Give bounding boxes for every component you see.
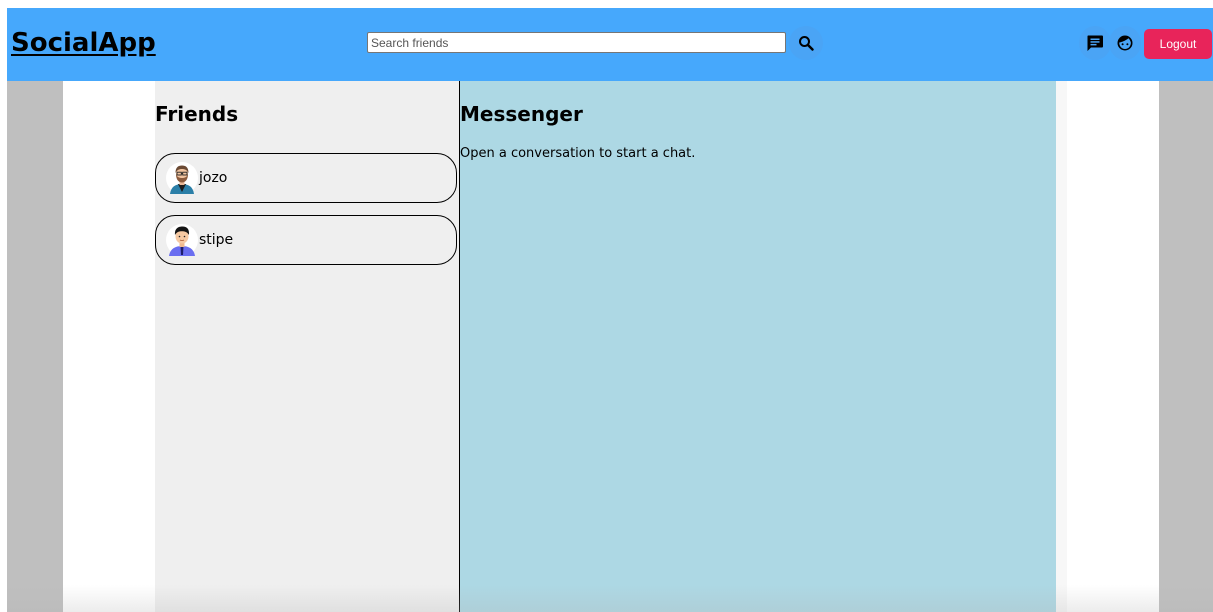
friend-name: stipe: [199, 232, 234, 248]
content-edge: [1055, 81, 1067, 612]
messenger-button[interactable]: [1079, 26, 1111, 60]
bearded-man-avatar: [166, 162, 198, 194]
search-button[interactable]: [789, 26, 823, 60]
friend-item-jozo[interactable]: jozo: [155, 153, 457, 203]
friends-title: Friends: [155, 102, 239, 126]
face-icon: [1117, 35, 1133, 51]
app-container: SocialApp Logout: [7, 8, 1213, 612]
search-icon: [799, 36, 814, 51]
messenger-empty-hint: Open a conversation to start a chat.: [460, 146, 696, 161]
chat-icon: [1087, 35, 1103, 51]
brand-logo-link[interactable]: SocialApp: [11, 28, 156, 58]
messenger-panel: Messenger Open a conversation to start a…: [460, 81, 1056, 612]
search-input[interactable]: [367, 32, 786, 53]
man-tie-avatar: [166, 224, 198, 256]
logout-button[interactable]: Logout: [1144, 29, 1212, 59]
friend-item-stipe[interactable]: stipe: [155, 215, 457, 265]
friends-panel: Friends jozo stipe: [155, 81, 460, 612]
messenger-title: Messenger: [460, 102, 583, 126]
top-navbar: SocialApp Logout: [7, 8, 1213, 81]
profile-button[interactable]: [1109, 26, 1141, 60]
friend-name: jozo: [199, 170, 228, 186]
